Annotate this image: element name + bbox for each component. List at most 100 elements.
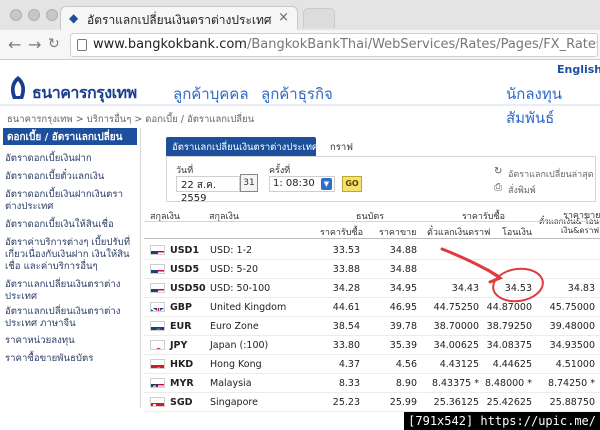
table-row: GBP United Kingdom 44.61 46.95 44.75250 44.87… <box>144 298 600 317</box>
table-row: SGD Singapore 25.23 25.99 25.36125 25.42625 25… <box>144 393 600 412</box>
watermark: [791x542] https://upic.me/ <box>404 412 600 430</box>
bank-logo-text[interactable]: ธนาคารกรุงเทพ <box>32 81 137 106</box>
rate-transfer: 4.44625 <box>492 359 532 370</box>
tab-close-icon[interactable]: × <box>278 10 289 25</box>
rate-selling: 34.83 <box>567 283 595 294</box>
sidebar-item-bond-prices[interactable]: ราคาซื้อขายพันธบัตร <box>5 353 139 365</box>
rate-sell: 34.88 <box>389 245 417 256</box>
rate-sell: 8.90 <box>395 378 417 389</box>
rate-buy: 8.33 <box>338 378 360 389</box>
calendar-icon[interactable]: 31 <box>240 174 258 192</box>
back-arrow-icon[interactable]: ← <box>8 35 21 54</box>
nav-investor[interactable]: นักลงทุนสัมพันธ์ <box>506 82 600 130</box>
close-window-icon[interactable] <box>10 9 22 21</box>
browser-tab[interactable]: ◆ อัตราแลกเปลี่ยนเงินตราต่างประเทศ × <box>60 6 298 30</box>
currency-code: EUR <box>170 321 192 332</box>
go-button[interactable]: GO <box>342 176 362 192</box>
date-input[interactable]: 22 ส.ค. 2559 <box>176 176 240 204</box>
bank-logo-icon <box>10 76 26 99</box>
url-path: /BangkokBankThai/WebServices/Rates/Pages… <box>246 37 597 52</box>
chevron-down-icon: ▼ <box>321 178 332 190</box>
rate-transfer: 38.79250 <box>486 321 532 332</box>
rate-sell: 34.88 <box>389 264 417 275</box>
col-header-selling-sub: ตั๋วแลกเงิน& โอนเงิน&ดราฟ <box>539 217 599 235</box>
flag-my-icon <box>150 378 165 388</box>
rate-draft: 8.43375 * <box>431 378 479 389</box>
rate-selling: 8.74250 * <box>547 378 595 389</box>
sidebar-item-loan-rates[interactable]: อัตราดอกเบี้ยเงินให้สินเชื่อ <box>5 219 139 231</box>
url-host: www.bangkokbank.com <box>93 37 247 52</box>
rate-selling: 4.51000 <box>555 359 595 370</box>
flag-gb-icon <box>150 302 165 312</box>
sidebar-heading[interactable]: ดอกเบี้ย / อัตราแลกเปลี่ยน <box>3 128 137 145</box>
rate-sell: 25.99 <box>389 397 417 408</box>
rate-buy: 25.23 <box>332 397 360 408</box>
table-row: USD1 USD: 1-2 33.53 34.88 <box>144 241 600 260</box>
sidebar-item-fund-prices[interactable]: ราคาหน่วยลงทุน <box>5 335 139 347</box>
col-header-transfer: โอนเงิน <box>502 228 533 238</box>
table-row: EUR Euro Zone 38.54 39.78 38.70000 38.79250 39… <box>144 317 600 336</box>
rate-draft: 44.75250 <box>433 302 479 313</box>
time-select[interactable]: 1: 08:30 ▼ <box>269 176 335 192</box>
minimize-window-icon[interactable] <box>28 9 40 21</box>
english-link[interactable]: English <box>557 63 600 76</box>
sidebar-item-fx-rates[interactable]: อัตราแลกเปลี่ยนเงินตราต่างประเทศ <box>5 279 139 303</box>
sidebar-item-deposit-rates[interactable]: อัตราดอกเบี้ยเงินฝาก <box>5 153 139 165</box>
flag-eu-icon <box>150 321 165 331</box>
header-divider-1 <box>144 221 600 222</box>
rate-selling: 39.48000 <box>549 321 595 332</box>
reload-icon[interactable]: ↻ <box>48 36 60 52</box>
currency-desc: Singapore <box>210 397 258 408</box>
new-tab-button[interactable] <box>303 8 335 28</box>
nav-business[interactable]: ลูกค้าธุรกิจ <box>261 82 333 106</box>
currency-code: GBP <box>170 302 193 313</box>
browser-titlebar: ◆ อัตราแลกเปลี่ยนเงินตราต่างประเทศ × <box>0 0 600 30</box>
rate-buy: 33.88 <box>332 264 360 275</box>
rate-draft: 4.43125 <box>439 359 479 370</box>
rate-transfer: 25.42625 <box>486 397 532 408</box>
header-divider <box>0 104 600 106</box>
rate-draft: 25.36125 <box>433 397 479 408</box>
currency-desc: Hong Kong <box>210 359 262 370</box>
bank-favicon-icon: ◆ <box>69 11 79 25</box>
rate-sell: 4.56 <box>395 359 417 370</box>
rate-buy: 4.37 <box>338 359 360 370</box>
print-link[interactable]: สั่งพิมพ์ <box>508 183 536 197</box>
currency-code: JPY <box>170 340 188 351</box>
rate-buy: 44.61 <box>332 302 360 313</box>
printer-icon: ⎙ <box>494 182 502 193</box>
currency-desc: Malaysia <box>210 378 252 389</box>
time-label: ครั้งที่ <box>269 166 291 176</box>
currency-desc: USD: 5-20 <box>210 264 259 275</box>
forward-arrow-icon[interactable]: → <box>28 35 41 54</box>
sidebar-item-fees[interactable]: อัตราค่าบริการต่างๆ เบี้ยปรับที่เกี่ยวเน… <box>5 237 139 273</box>
sidebar-item-bill-rates[interactable]: อัตราดอกเบี้ยตั๋วแลกเงิน <box>5 171 139 183</box>
rate-transfer: 44.87000 <box>486 302 532 313</box>
rate-transfer: 8.48000 * <box>484 378 532 389</box>
flag-jp-icon <box>150 340 165 350</box>
nav-personal[interactable]: ลูกค้าบุคคล <box>173 82 249 106</box>
rate-buy: 38.54 <box>332 321 360 332</box>
tab-graph[interactable]: กราฟ <box>330 140 353 155</box>
latest-rates-link[interactable]: อัตราแลกเปลี่ยนล่าสุด <box>508 167 594 181</box>
rate-sell: 34.95 <box>389 283 417 294</box>
sidebar-item-fx-rates-chinese[interactable]: อัตราแลกเปลี่ยนเงินตราต่างประเทศ ภาษาจีน <box>5 306 139 330</box>
currency-code: SGD <box>170 397 193 408</box>
rate-selling: 34.93500 <box>549 340 595 351</box>
flag-sg-icon <box>150 397 165 407</box>
url-field[interactable]: www.bangkokbank.com/BangkokBankThai/WebS… <box>70 33 598 57</box>
currency-desc: Euro Zone <box>210 321 259 332</box>
rate-selling: 25.88750 <box>549 397 595 408</box>
address-bar: ← → ↻ www.bangkokbank.com/BangkokBankTha… <box>0 30 600 60</box>
currency-desc: USD: 50-100 <box>210 283 271 294</box>
breadcrumb[interactable]: ธนาคารกรุงเทพ > บริการอื่นๆ > ดอกเบี้ย /… <box>7 112 254 127</box>
header-divider-2 <box>144 238 600 239</box>
sidebar-item-fcd-rates[interactable]: อัตราดอกเบี้ยเงินฝากเงินตราต่างประเทศ <box>5 189 139 213</box>
tab-fx-rates[interactable]: อัตราแลกเปลี่ยนเงินตราต่างประเทศ <box>166 137 318 156</box>
rate-sell: 39.78 <box>389 321 417 332</box>
flag-us-icon <box>150 264 165 274</box>
rate-buy: 33.53 <box>332 245 360 256</box>
maximize-window-icon[interactable] <box>46 9 58 21</box>
sidebar-border <box>140 128 141 408</box>
currency-code: MYR <box>170 378 194 389</box>
